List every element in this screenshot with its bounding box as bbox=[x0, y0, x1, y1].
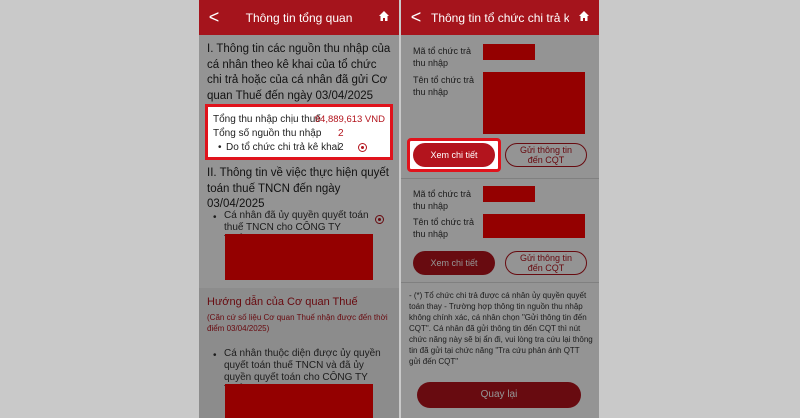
home-icon[interactable] bbox=[369, 0, 399, 35]
overview-screen: < Thông tin tổng quan I. Thông tin các n… bbox=[199, 0, 399, 418]
page-title: Thông tin tổ chức chi trả k... bbox=[431, 10, 569, 25]
guidance-note: (Căn cứ số liệu Cơ quan Thuế nhận được đ… bbox=[207, 313, 388, 333]
view-detail-icon[interactable] bbox=[358, 142, 367, 153]
page-title: Thông tin tổng quan bbox=[245, 10, 353, 25]
notes-text: - (*) Tổ chức chi trả được cá nhân ủy qu… bbox=[409, 291, 593, 366]
redacted-company-name bbox=[225, 384, 373, 418]
send-to-tax-button[interactable]: Gửi thông tin đến CQT bbox=[505, 251, 587, 275]
tax-code-label: Mã tổ chức trả thu nhập bbox=[413, 46, 472, 68]
bullet: • bbox=[213, 350, 217, 361]
section-income-sources-title: I. Thông tin các nguồn thu nhập của cá n… bbox=[207, 43, 391, 102]
overview-header: < Thông tin tổng quan bbox=[199, 0, 399, 35]
payer-info-screen: < Thông tin tổ chức chi trả k... Mã tổ c… bbox=[401, 0, 599, 418]
income-sources-label: Tổng số nguồn thu nhập bbox=[213, 128, 322, 139]
bullet: • bbox=[218, 142, 222, 153]
redacted-tax-code bbox=[483, 44, 535, 60]
back-icon[interactable]: < bbox=[199, 0, 229, 35]
by-org-label: Do tổ chức chi trả kê khai bbox=[226, 142, 340, 153]
view-detail-button[interactable]: Xem chi tiết bbox=[413, 251, 495, 275]
redacted-payer-name bbox=[483, 72, 585, 134]
by-org-value: 2 bbox=[338, 142, 344, 153]
send-to-tax-button[interactable]: Gửi thông tin đến CQT bbox=[505, 143, 587, 167]
guidance-title: Hướng dẫn của Cơ quan Thuế bbox=[207, 296, 358, 308]
redacted-company-name bbox=[225, 234, 373, 280]
divider bbox=[401, 282, 599, 283]
bullet: • bbox=[213, 212, 217, 223]
total-income-label: Tổng thu nhập chịu thuế bbox=[213, 114, 321, 125]
redacted-tax-code bbox=[483, 186, 535, 202]
total-income-value: 94,889,613 VND bbox=[314, 114, 385, 125]
section-tax-finalization-title: II. Thông tin về việc thực hiện quyết to… bbox=[207, 167, 390, 210]
payer-name-label: Tên tổ chức trả thu nhập bbox=[413, 75, 475, 97]
payer-info-header: < Thông tin tổ chức chi trả k... bbox=[401, 0, 599, 35]
view-detail-button[interactable]: Xem chi tiết bbox=[413, 143, 495, 167]
back-icon[interactable]: < bbox=[401, 0, 431, 35]
divider bbox=[401, 178, 599, 179]
payer-name-label: Tên tổ chức trả thu nhập bbox=[413, 217, 475, 239]
redacted-payer-name bbox=[483, 214, 585, 238]
income-summary-box: Tổng thu nhập chịu thuế 94,889,613 VND T… bbox=[205, 104, 393, 160]
home-icon[interactable] bbox=[569, 0, 599, 35]
view-detail-icon[interactable] bbox=[375, 211, 384, 229]
tax-code-label: Mã tổ chức trả thu nhập bbox=[413, 189, 472, 211]
back-button[interactable]: Quay lại bbox=[417, 382, 581, 408]
income-sources-value: 2 bbox=[338, 128, 344, 139]
